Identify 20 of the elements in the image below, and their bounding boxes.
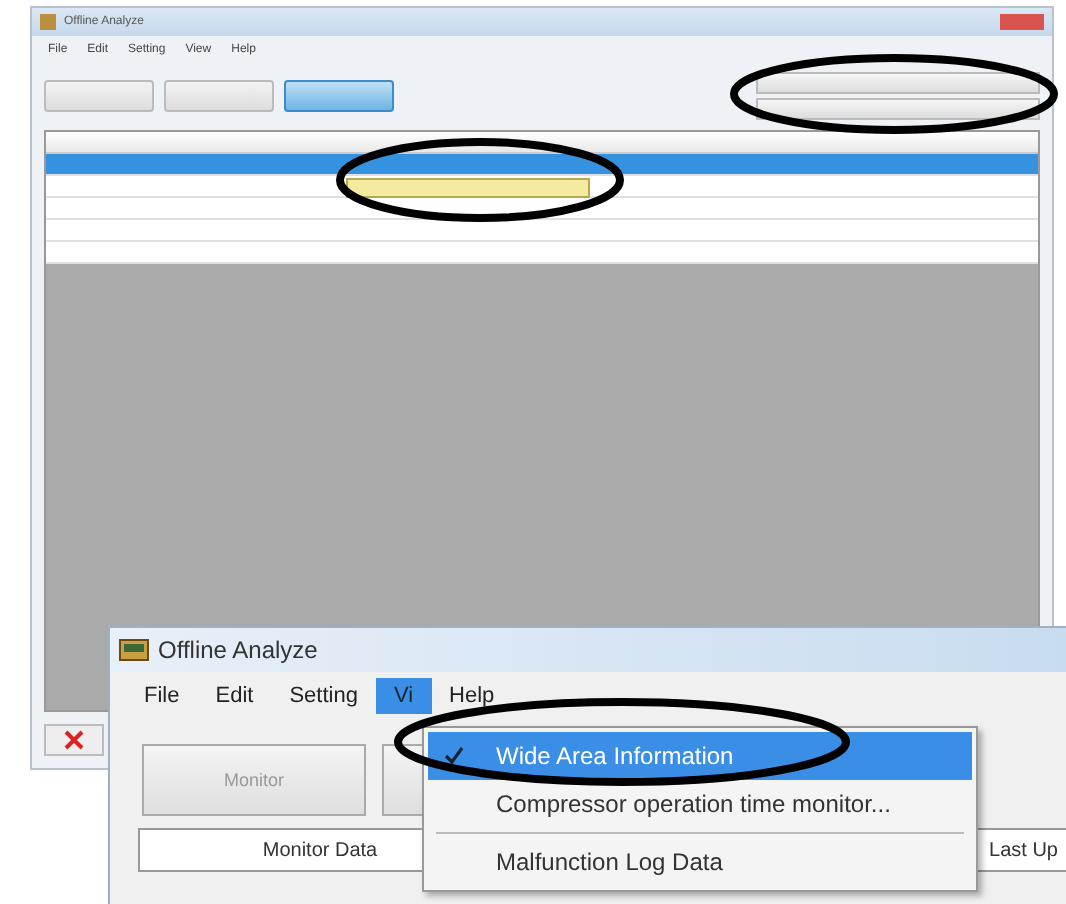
dropdown[interactable] bbox=[756, 72, 1040, 94]
column-header: Monitor Data bbox=[260, 839, 380, 861]
column-header: Last Up bbox=[989, 839, 1060, 861]
x-icon bbox=[64, 730, 84, 750]
menu-item[interactable]: Malfunction Log Data bbox=[428, 838, 972, 886]
table-row[interactable] bbox=[46, 154, 1038, 176]
app-icon bbox=[40, 14, 56, 30]
table-row[interactable] bbox=[46, 198, 1038, 220]
check-icon bbox=[444, 746, 464, 766]
menu-item[interactable]: Compressor operation time monitor... bbox=[428, 780, 972, 828]
table-row[interactable] bbox=[46, 176, 1038, 198]
delete-button[interactable] bbox=[44, 724, 104, 756]
app-icon bbox=[118, 634, 150, 666]
menu-item[interactable]: Setting bbox=[271, 678, 376, 714]
menu-item[interactable]: Help bbox=[431, 678, 513, 714]
menu-item[interactable]: Vi bbox=[375, 678, 432, 714]
dropdown[interactable] bbox=[756, 98, 1040, 120]
menu-item[interactable]: Edit bbox=[197, 678, 272, 714]
menu-item[interactable]: File bbox=[126, 678, 198, 714]
window-title: Offline Analyze bbox=[158, 636, 318, 664]
